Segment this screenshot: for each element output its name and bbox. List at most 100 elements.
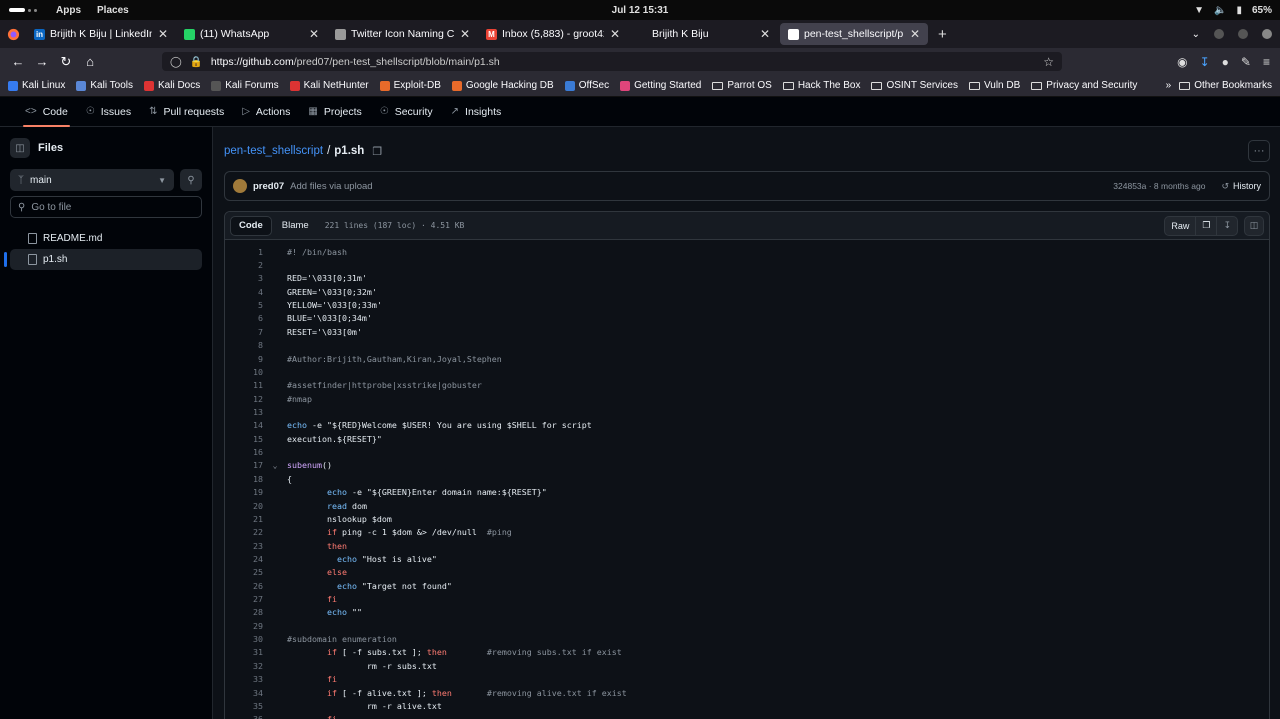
close-tab-icon[interactable]: ✕: [760, 27, 770, 41]
places-menu[interactable]: Places: [97, 5, 129, 16]
line-number[interactable]: 12: [225, 394, 263, 404]
browser-tab-4[interactable]: M Inbox (5,883) - groot4272 ✕: [478, 20, 628, 48]
collapse-sidebar-icon[interactable]: ◫: [10, 138, 30, 158]
apps-menu[interactable]: Apps: [56, 5, 81, 16]
bookmark-item[interactable]: Privacy and Security: [1031, 80, 1137, 91]
go-to-file-input[interactable]: ⚲ Go to file: [10, 196, 202, 218]
line-number[interactable]: 27: [225, 594, 263, 604]
bookmark-star-icon[interactable]: ☆: [1043, 55, 1054, 69]
other-bookmarks-folder[interactable]: Other Bookmarks: [1179, 80, 1272, 91]
line-number[interactable]: 20: [225, 501, 263, 511]
tab-pull-requests[interactable]: ⇅ Pull requests: [149, 97, 224, 127]
line-number[interactable]: 4: [225, 287, 263, 297]
line-number[interactable]: 5: [225, 300, 263, 310]
line-number[interactable]: 6: [225, 313, 263, 323]
extensions-icon[interactable]: ✎: [1241, 55, 1251, 69]
bookmark-item[interactable]: Hack The Box: [782, 80, 860, 91]
more-bookmarks-chevron-icon[interactable]: »: [1166, 80, 1172, 91]
line-number[interactable]: 18: [225, 474, 263, 484]
bookmark-item[interactable]: Kali Forums: [211, 80, 279, 91]
tab-insights[interactable]: ↗ Insights: [451, 97, 502, 127]
line-number[interactable]: 10: [225, 367, 263, 377]
browser-tab-2[interactable]: (11) WhatsApp ✕: [176, 20, 327, 48]
volume-icon[interactable]: 🔈: [1214, 5, 1226, 16]
home-icon[interactable]: ⌂: [78, 51, 102, 73]
clock[interactable]: Jul 12 15:31: [0, 5, 1280, 16]
line-number[interactable]: 26: [225, 581, 263, 591]
line-number[interactable]: 35: [225, 701, 263, 711]
commit-meta[interactable]: 324853a · 8 months ago: [1113, 181, 1205, 191]
line-number[interactable]: 1: [225, 247, 263, 257]
forward-arrow-icon[interactable]: →: [30, 51, 54, 73]
bookmark-item[interactable]: Kali Linux: [8, 80, 65, 91]
lock-icon[interactable]: 🔒: [190, 55, 203, 68]
close-tab-icon[interactable]: ✕: [309, 27, 319, 41]
back-arrow-icon[interactable]: ←: [6, 51, 30, 73]
close-tab-icon[interactable]: ✕: [610, 27, 620, 41]
search-button[interactable]: ⚲: [180, 169, 202, 191]
reload-icon[interactable]: ↻: [54, 51, 78, 73]
line-number[interactable]: 8: [225, 340, 263, 350]
line-number[interactable]: 3: [225, 273, 263, 283]
line-number[interactable]: 11: [225, 380, 263, 390]
line-number[interactable]: 32: [225, 661, 263, 671]
copy-path-icon[interactable]: ❐: [372, 145, 382, 158]
line-number[interactable]: 9: [225, 354, 263, 364]
wifi-icon[interactable]: ▼: [1194, 5, 1204, 16]
line-number[interactable]: 31: [225, 647, 263, 657]
account-icon[interactable]: ●: [1222, 55, 1229, 69]
commit-author[interactable]: pred07: [253, 181, 284, 192]
line-number[interactable]: 15: [225, 434, 263, 444]
file-tree-item-readme[interactable]: README.md: [10, 228, 202, 249]
line-number[interactable]: 16: [225, 447, 263, 457]
line-number[interactable]: 13: [225, 407, 263, 417]
line-number[interactable]: 25: [225, 567, 263, 577]
bookmark-item[interactable]: Getting Started: [620, 80, 701, 91]
more-options-button[interactable]: ···: [1248, 140, 1270, 162]
download-raw-icon[interactable]: ↧: [1217, 217, 1237, 235]
code-tab-button[interactable]: Code: [230, 215, 272, 236]
window-minimize-button[interactable]: [1214, 29, 1224, 39]
branch-selector[interactable]: ᛉ main ▼: [10, 169, 174, 191]
bookmark-item[interactable]: Google Hacking DB: [451, 80, 554, 91]
tab-projects[interactable]: ▦ Projects: [308, 97, 361, 127]
history-button[interactable]: ↺ History: [1221, 181, 1261, 192]
bookmark-item[interactable]: Parrot OS: [712, 80, 772, 91]
activities-indicator[interactable]: [9, 8, 37, 12]
menu-hamburger-icon[interactable]: ≡: [1263, 55, 1270, 69]
breadcrumb-repo-link[interactable]: pen-test_shellscript: [224, 145, 323, 157]
bookmark-item[interactable]: OSINT Services: [871, 80, 958, 91]
bookmark-item[interactable]: Vuln DB: [968, 80, 1020, 91]
blame-tab-button[interactable]: Blame: [274, 216, 317, 236]
browser-tab-5[interactable]: Brijith K Biju ✕: [628, 20, 778, 48]
file-tree-item-p1[interactable]: p1.sh: [4, 249, 202, 270]
line-number[interactable]: 22: [225, 527, 263, 537]
download-icon[interactable]: ↧: [1200, 55, 1210, 69]
line-number[interactable]: 17: [225, 460, 263, 470]
shield-icon[interactable]: ◯: [170, 56, 182, 68]
commit-message[interactable]: Add files via upload: [290, 181, 372, 192]
line-number[interactable]: 28: [225, 607, 263, 617]
avatar[interactable]: [233, 179, 247, 193]
line-number[interactable]: 30: [225, 634, 263, 644]
line-number[interactable]: 7: [225, 327, 263, 337]
symbols-panel-icon[interactable]: ◫: [1244, 215, 1264, 236]
close-tab-icon[interactable]: ✕: [158, 27, 168, 41]
line-number[interactable]: 23: [225, 541, 263, 551]
line-number[interactable]: 21: [225, 514, 263, 524]
bookmark-item[interactable]: OffSec: [564, 80, 609, 91]
new-tab-button[interactable]: +: [938, 26, 947, 43]
pocket-icon[interactable]: ◉: [1177, 55, 1187, 69]
line-number[interactable]: 19: [225, 487, 263, 497]
close-tab-icon[interactable]: ✕: [460, 27, 470, 41]
bookmark-item[interactable]: Kali Docs: [143, 80, 200, 91]
line-number[interactable]: 36: [225, 714, 263, 719]
line-number[interactable]: 24: [225, 554, 263, 564]
raw-button[interactable]: Raw: [1165, 216, 1197, 235]
close-tab-icon[interactable]: ✕: [910, 27, 920, 41]
tab-actions[interactable]: ▷ Actions: [242, 97, 290, 127]
list-all-tabs-icon[interactable]: ⌄: [1192, 29, 1200, 40]
line-number[interactable]: 33: [225, 674, 263, 684]
window-close-button[interactable]: [1262, 29, 1272, 39]
copy-raw-icon[interactable]: ❐: [1196, 216, 1218, 235]
